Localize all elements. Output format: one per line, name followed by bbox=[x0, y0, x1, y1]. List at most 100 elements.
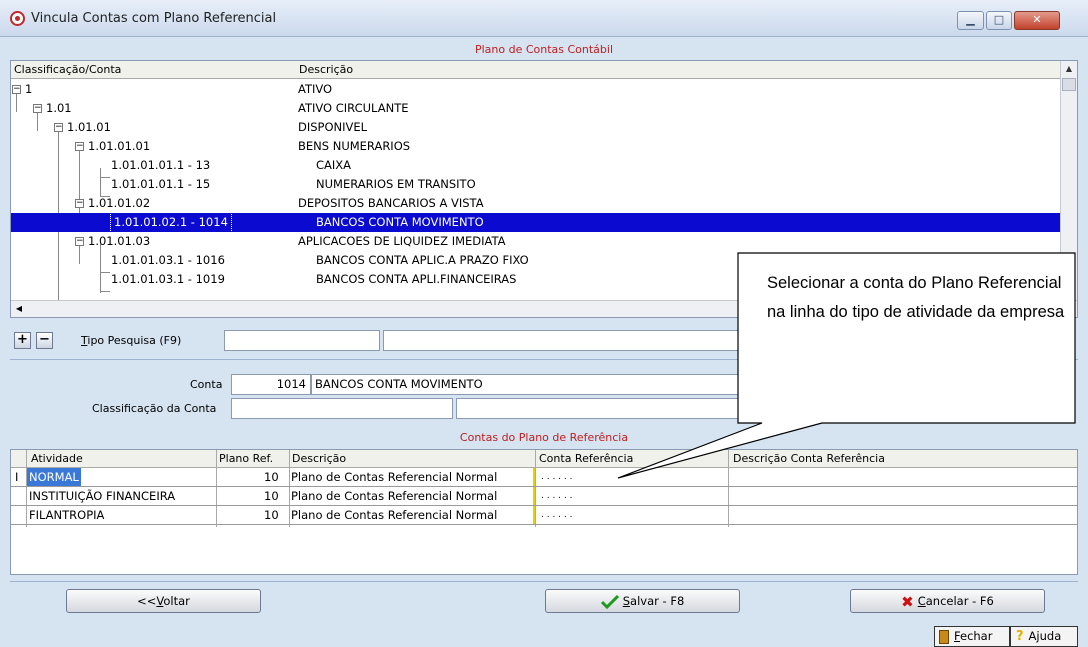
classificacao-field[interactable] bbox=[231, 398, 453, 419]
tree-row[interactable]: 1.01.01.01.1 - 15 NUMERARIOS EM TRANSITO bbox=[11, 175, 1061, 194]
atividade-cell[interactable]: FILANTROPIA bbox=[29, 506, 104, 524]
tree-description: CAIXA bbox=[316, 158, 352, 172]
conta-referencia-cell[interactable]: . . . . . . bbox=[541, 487, 572, 505]
voltar-label: oltar bbox=[163, 594, 190, 608]
column-marker bbox=[533, 487, 535, 505]
tree-header: Classificação/Conta Descrição bbox=[11, 61, 1061, 79]
cancel-x-icon: ✖ bbox=[901, 592, 914, 611]
fechar-button[interactable]: Fechar bbox=[934, 626, 1010, 647]
classificacao-label: Classificação da Conta bbox=[92, 402, 217, 415]
conta-label: Conta bbox=[190, 378, 223, 391]
activity-row[interactable]: INSTITUIÇÃO FINANCEIRA 10 Plano de Conta… bbox=[11, 487, 1077, 506]
scroll-thumb[interactable] bbox=[1062, 78, 1076, 91]
tipo-pesquisa-select[interactable] bbox=[224, 330, 380, 351]
app-icon bbox=[10, 11, 25, 26]
tree-account: 1 bbox=[25, 82, 33, 96]
search-input[interactable] bbox=[383, 330, 743, 351]
tree-description: NUMERARIOS EM TRANSITO bbox=[316, 177, 476, 191]
column-header-conta-referencia[interactable]: Conta Referência bbox=[539, 452, 633, 465]
voltar-prefix: << bbox=[137, 594, 157, 608]
tree-row[interactable]: − 1.01.01.03 APLICACOES DE LIQUIDEZ IMED… bbox=[11, 232, 1061, 251]
column-marker bbox=[533, 506, 535, 524]
callout-text: Selecionar a conta do Plano Referencial … bbox=[767, 274, 1065, 321]
tree-description: BENS NUMERARIOS bbox=[298, 139, 411, 153]
plano-ref-cell[interactable]: 10 bbox=[264, 487, 279, 505]
cancelar-label: ancelar - F6 bbox=[925, 594, 994, 608]
close-button[interactable]: ✕ bbox=[1014, 11, 1060, 30]
tree-account: 1.01.01.02 bbox=[88, 196, 151, 210]
classificacao-description-field bbox=[456, 398, 742, 419]
maximize-button[interactable]: □ bbox=[986, 11, 1012, 30]
tree-row[interactable]: 1.01.01.01.1 - 13 CAIXA bbox=[11, 156, 1061, 175]
plano-ref-cell[interactable]: 10 bbox=[264, 468, 279, 486]
tree-description: DEPOSITOS BANCARIOS A VISTA bbox=[298, 196, 484, 210]
atividade-cell[interactable]: NORMAL bbox=[27, 468, 81, 486]
tree-connector bbox=[100, 291, 110, 292]
cancelar-key: C bbox=[917, 594, 926, 608]
tipo-pesquisa-label-text: ipo Pesquisa (F9) bbox=[87, 334, 182, 347]
tree-description: ATIVO bbox=[298, 82, 333, 96]
remove-button[interactable]: − bbox=[36, 332, 53, 349]
scroll-left-icon[interactable]: ◀ bbox=[11, 301, 27, 317]
conta-referencia-cell[interactable]: . . . . . . bbox=[541, 506, 572, 524]
tree-description: BANCOS CONTA APLI.FINANCEIRAS bbox=[316, 272, 517, 286]
minimize-button[interactable]: ▁ bbox=[957, 11, 984, 30]
tree-account: 1.01.01 bbox=[67, 120, 111, 134]
salvar-key: S bbox=[622, 594, 631, 608]
column-header-plano-ref[interactable]: Plano Ref. bbox=[219, 452, 273, 465]
tree-section-title: Plano de Contas Contábil bbox=[474, 43, 614, 56]
column-header-atividade[interactable]: Atividade bbox=[31, 452, 83, 465]
collapse-icon[interactable]: − bbox=[75, 237, 84, 246]
tree-account: 1.01.01.01.1 - 15 bbox=[111, 177, 211, 191]
tree-account: 1.01.01.02.1 - 1014 bbox=[110, 212, 232, 233]
conta-name-field: BANCOS CONTA MOVIMENTO bbox=[311, 374, 741, 395]
help-icon: ? bbox=[1016, 629, 1024, 644]
door-exit-icon bbox=[939, 629, 949, 644]
tree-account: 1.01.01.03.1 - 1016 bbox=[111, 253, 225, 267]
descricao-cell: Plano de Contas Referencial Normal bbox=[291, 508, 498, 522]
collapse-icon[interactable]: − bbox=[75, 199, 84, 208]
add-button[interactable]: + bbox=[14, 332, 31, 349]
salvar-label: alvar - F8 bbox=[630, 594, 685, 608]
scroll-up-icon[interactable]: ▲ bbox=[1061, 61, 1077, 77]
salvar-button[interactable]: Salvar - F8 bbox=[545, 589, 740, 613]
tree-description: DISPONIVEL bbox=[298, 120, 368, 134]
window-title: Vincula Contas com Plano Referencial bbox=[31, 11, 277, 26]
voltar-button[interactable]: <<Voltar bbox=[66, 589, 261, 613]
divider bbox=[10, 581, 1078, 582]
collapse-icon[interactable]: − bbox=[75, 142, 84, 151]
tree-account: 1.01.01.01.1 - 13 bbox=[111, 158, 211, 172]
atividade-cell[interactable]: INSTITUIÇÃO FINANCEIRA bbox=[29, 487, 175, 505]
ajuda-button[interactable]: ? Ajuda bbox=[1010, 626, 1078, 647]
fechar-label: echar bbox=[960, 629, 993, 643]
tree-row[interactable]: − 1.01.01.01 BENS NUMERARIOS bbox=[11, 137, 1061, 156]
collapse-icon[interactable]: − bbox=[33, 104, 42, 113]
activity-row[interactable]: FILANTROPIA 10 Plano de Contas Referenci… bbox=[11, 506, 1077, 525]
column-header-classificacao[interactable]: Classificação/Conta bbox=[14, 63, 121, 76]
title-bar: Vincula Contas com Plano Referencial ▁ □… bbox=[0, 0, 1088, 37]
tree-row[interactable]: − 1.01 ATIVO CIRCULANTE bbox=[11, 99, 1061, 118]
tree-description: APLICACOES DE LIQUIDEZ IMEDIATA bbox=[298, 234, 506, 248]
ajuda-label: Ajuda bbox=[1028, 629, 1062, 643]
column-marker bbox=[533, 468, 535, 486]
collapse-icon[interactable]: − bbox=[54, 123, 63, 132]
tree-account: 1.01 bbox=[46, 101, 72, 115]
tree-description: ATIVO CIRCULANTE bbox=[298, 101, 409, 115]
collapse-icon[interactable]: − bbox=[12, 85, 21, 94]
tree-row-selected[interactable]: 1.01.01.02.1 - 1014 BANCOS CONTA MOVIMEN… bbox=[11, 212, 1061, 233]
tree-account: 1.01.01.03.1 - 1019 bbox=[111, 272, 225, 286]
conta-referencia-cell[interactable]: . . . . . . bbox=[541, 468, 572, 486]
tree-row[interactable]: − 1.01.01.02 DEPOSITOS BANCARIOS A VISTA bbox=[11, 194, 1061, 213]
descricao-cell: Plano de Contas Referencial Normal bbox=[291, 470, 498, 484]
instruction-callout: Selecionar a conta do Plano Referencial … bbox=[617, 252, 1076, 479]
column-header-descricao[interactable]: Descrição bbox=[299, 63, 353, 76]
tree-description: BANCOS CONTA APLIC.A PRAZO FIXO bbox=[316, 253, 529, 267]
conta-code-field[interactable]: 1014 bbox=[231, 374, 311, 395]
column-header-descricao[interactable]: Descrição bbox=[292, 452, 346, 465]
tree-description: BANCOS CONTA MOVIMENTO bbox=[316, 215, 484, 229]
plano-ref-cell[interactable]: 10 bbox=[264, 506, 279, 524]
tree-row[interactable]: − 1 ATIVO bbox=[11, 80, 1061, 99]
row-cursor-marker: I bbox=[15, 470, 19, 484]
tree-row[interactable]: − 1.01.01 DISPONIVEL bbox=[11, 118, 1061, 137]
cancelar-button[interactable]: ✖ Cancelar - F6 bbox=[850, 589, 1045, 613]
